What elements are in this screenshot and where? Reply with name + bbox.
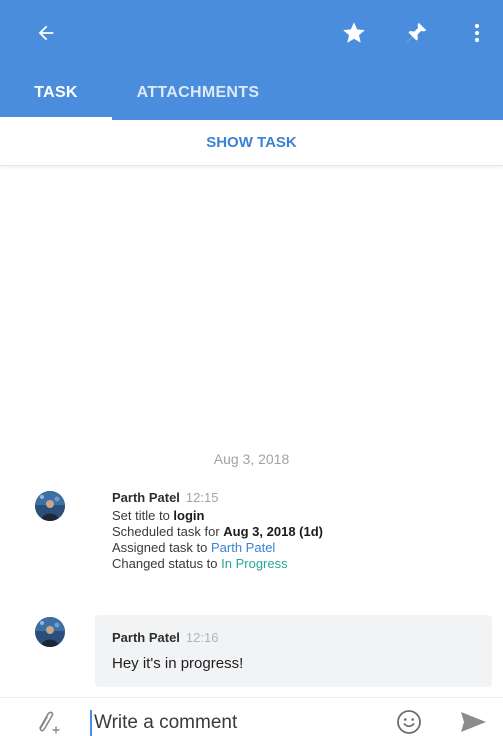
activity-line-schedule: Scheduled task for Aug 3, 2018 (1d) <box>112 524 492 540</box>
send-button[interactable] <box>459 710 487 734</box>
attach-button[interactable] <box>26 708 62 736</box>
comment-text: Hey it's in progress! <box>112 655 244 672</box>
comment-bubble[interactable]: Parth Patel 12:16 Hey it's in progress! <box>95 615 492 687</box>
paperclip-icon <box>39 711 60 734</box>
avatar-image <box>35 491 65 521</box>
send-icon <box>461 712 486 732</box>
tab-task[interactable]: TASK <box>0 66 112 120</box>
arrow-left-icon <box>38 25 54 41</box>
activity-time: 12:15 <box>185 490 219 505</box>
avatar[interactable] <box>35 617 65 647</box>
app-bar: TASK ATTACHMENTS <box>0 0 503 120</box>
activity-status-value: In Progress <box>221 556 288 571</box>
activity-line-title: Set title to login <box>112 508 492 524</box>
activity-title-value: login <box>173 508 205 523</box>
emoji-icon <box>397 710 421 734</box>
activity-schedule-value: Aug 3, 2018 (1d) <box>223 524 323 539</box>
comment-header: Parth Patel 12:16 <box>112 629 475 647</box>
more-vertical-icon <box>474 23 480 43</box>
activity-entry: Parth Patel 12:15 Set title to login Sche… <box>112 490 492 572</box>
star-button[interactable] <box>336 15 372 51</box>
show-task-label: SHOW TASK <box>206 134 297 151</box>
tab-attachments[interactable]: ATTACHMENTS <box>112 66 284 120</box>
comment-time: 12:16 <box>185 630 219 645</box>
back-button[interactable] <box>28 15 64 51</box>
show-task-button[interactable]: SHOW TASK <box>0 120 503 166</box>
comment-author[interactable]: Parth Patel <box>112 630 180 645</box>
avatar-image <box>35 617 65 647</box>
activity-header: Parth Patel 12:15 <box>112 490 492 506</box>
pin-button[interactable] <box>398 15 434 51</box>
star-icon <box>343 22 365 43</box>
activity-line-status: Changed status to In Progress <box>112 556 492 572</box>
activity-title-prefix: Set title to <box>112 508 174 523</box>
activity-status-prefix: Changed status to <box>112 556 222 571</box>
pin-icon <box>406 22 427 43</box>
comment-input[interactable] <box>90 710 370 736</box>
emoji-button[interactable] <box>396 709 422 735</box>
more-options-button[interactable] <box>459 15 495 51</box>
toolbar <box>0 0 503 66</box>
activity-schedule-prefix: Scheduled task for <box>112 524 224 539</box>
comment-composer <box>0 697 503 736</box>
activity-author[interactable]: Parth Patel <box>112 490 180 505</box>
avatar[interactable] <box>35 491 65 521</box>
tab-task-label: TASK <box>34 84 78 101</box>
tab-attachments-label: ATTACHMENTS <box>136 84 260 101</box>
tab-bar: TASK ATTACHMENTS <box>0 66 503 120</box>
activity-assign-prefix: Assigned task to <box>112 540 211 555</box>
date-separator: Aug 3, 2018 <box>213 451 290 467</box>
activity-assignee-link[interactable]: Parth Patel <box>211 540 275 555</box>
activity-line-assign: Assigned task to Parth Patel <box>112 540 492 556</box>
